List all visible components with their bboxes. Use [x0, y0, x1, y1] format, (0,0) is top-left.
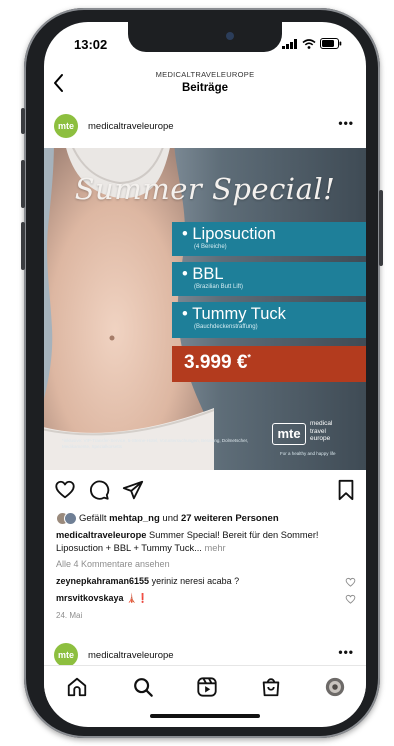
volume-up-button	[21, 160, 25, 208]
brand-slogan: For a healthy and happy life	[280, 451, 336, 456]
phone-screen: 13:02 MEDICALTRAVELEUROPE Beiträge mte m…	[44, 22, 366, 727]
search-icon[interactable]	[132, 676, 154, 698]
heart-icon[interactable]	[54, 479, 76, 501]
post-header: mte medicaltraveleurope •••	[44, 112, 366, 144]
header-subtitle: MEDICALTRAVELEUROPE	[155, 70, 255, 79]
logo-line: europe	[310, 435, 331, 442]
mute-switch	[21, 108, 25, 134]
notch	[128, 22, 282, 52]
account-name[interactable]: medicaltraveleurope	[88, 650, 174, 661]
profile-icon[interactable]	[324, 676, 346, 698]
post-caption: medicaltraveleurope Summer Special! Bere…	[56, 529, 356, 555]
shop-icon[interactable]	[260, 676, 282, 698]
power-button	[379, 190, 383, 266]
home-indicator[interactable]	[150, 714, 260, 718]
status-time: 13:02	[74, 37, 108, 52]
status-icons	[282, 38, 342, 49]
likes-mid: und	[159, 513, 181, 524]
offer-title: • Liposuction	[182, 225, 276, 243]
offer-bbl: • BBL (Brazilian Butt Lift)	[172, 262, 366, 296]
next-post-header: mte medicaltraveleurope •••	[44, 641, 366, 667]
offer-subtitle: (Brazilian Butt Lift)	[194, 284, 244, 290]
caption-user[interactable]: medicaltraveleurope	[56, 530, 146, 540]
comment-row: zeynepkahraman6155 yeriniz neresi acaba …	[56, 576, 346, 586]
brand-logo-text: medical travel europe	[310, 420, 332, 443]
post-date: 24. Mai	[56, 611, 83, 620]
likes-prefix: Gefällt	[79, 513, 110, 524]
home-icon[interactable]	[66, 676, 88, 698]
comment-user[interactable]: mrsvitkovskaya	[56, 593, 124, 603]
camera	[226, 32, 234, 40]
avatar[interactable]: mte	[54, 114, 78, 138]
comment-user[interactable]: zeynepkahraman6155	[56, 576, 149, 586]
comment-text: 🗼❗	[123, 593, 149, 603]
price-banner: 3.999 €*	[172, 346, 366, 382]
logo-line: medical	[310, 420, 333, 427]
avatar[interactable]: mte	[54, 643, 78, 667]
logo-line: travel	[310, 427, 326, 435]
volume-down-button	[21, 222, 25, 270]
comment-row: mrsvitkovskaya 🗼❗	[56, 593, 346, 604]
view-all-comments-link[interactable]: Alle 4 Kommentare ansehen	[56, 559, 170, 569]
liker-avatars	[56, 512, 77, 525]
page-title: Beiträge	[181, 82, 229, 94]
more-options-icon[interactable]: •••	[338, 116, 354, 130]
likes-line[interactable]: Gefällt mehtap_ng und 27 weiteren Person…	[56, 512, 356, 525]
liker-user[interactable]: mehtap_ng	[109, 513, 160, 524]
comment-text: yeriniz neresi acaba ?	[149, 576, 240, 586]
comment-icon[interactable]	[88, 479, 110, 501]
comment-like-icon[interactable]	[345, 577, 356, 588]
offer-subtitle: (Bauchdeckenstraffung)	[194, 324, 258, 330]
price-footnote-mark: *	[247, 352, 251, 363]
brand-logo-mark: mte	[272, 423, 306, 445]
price-value: 3.999 €	[184, 352, 248, 373]
share-icon[interactable]	[122, 479, 144, 501]
offer-liposuction: • Liposuction (4 Bereiche)	[172, 222, 366, 256]
post-image[interactable]: Summer Special! • Liposuction (4 Bereich…	[44, 148, 366, 470]
post-actions	[44, 479, 366, 505]
more-options-icon[interactable]: •••	[338, 645, 354, 659]
page-header: MEDICALTRAVELEUROPE Beiträge	[44, 68, 366, 108]
promo-headline: Summer Special!	[74, 172, 336, 206]
promo-footnote: *inklusive: VIP-Transfer-Service, 5-Ster…	[62, 438, 249, 449]
signal-icon	[282, 38, 297, 49]
reels-icon[interactable]	[196, 676, 218, 698]
likes-count[interactable]: 27 weiteren Personen	[181, 513, 279, 524]
bookmark-icon[interactable]	[336, 479, 356, 501]
offer-tummy-tuck: • Tummy Tuck (Bauchdeckenstraffung)	[172, 302, 366, 338]
offer-title: • BBL	[182, 265, 224, 283]
wifi-icon	[302, 38, 316, 49]
bottom-tab-bar	[44, 665, 366, 706]
comment-like-icon[interactable]	[345, 594, 356, 605]
offer-subtitle: (4 Bereiche)	[194, 244, 227, 250]
offer-title: • Tummy Tuck	[182, 305, 286, 323]
account-name[interactable]: medicaltraveleurope	[88, 121, 174, 132]
caption-more-link[interactable]: mehr	[202, 543, 225, 553]
battery-icon	[320, 38, 342, 49]
